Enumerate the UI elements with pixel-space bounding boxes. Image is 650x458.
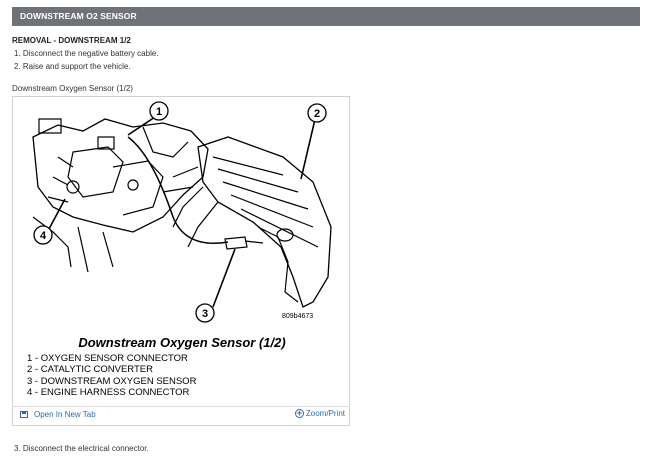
figure-legend: 1 - OXYGEN SENSOR CONNECTOR 2 - CATALYTI… xyxy=(27,353,196,399)
open-in-new-tab-button[interactable]: Open In New Tab xyxy=(20,410,96,419)
legend-item: 1 - OXYGEN SENSOR CONNECTOR xyxy=(27,353,188,364)
open-in-new-tab-label: Open In New Tab xyxy=(34,410,96,419)
legend-item: 3 - DOWNSTREAM OXYGEN SENSOR xyxy=(27,375,197,387)
callout-3-label: 3 xyxy=(202,308,208,320)
step-2: 2. Raise and support the vehicle. xyxy=(14,61,131,71)
figure-toolbar: Open In New Tab + Zoom/Print xyxy=(13,406,349,425)
step-1: 1. Disconnect the negative battery cable… xyxy=(14,49,159,58)
figure-reference-id: 809b4673 xyxy=(282,313,314,320)
figure-title: Downstream Oxygen Sensor (1/2) xyxy=(78,335,286,350)
legend-item: 4 - ENGINE HARNESS CONNECTOR xyxy=(27,387,190,399)
step-list: 1. Disconnect the negative battery cable… xyxy=(14,48,159,73)
callout-1-label: 1 xyxy=(156,106,162,118)
sensor-illustration: 1 2 3 4 xyxy=(32,101,332,323)
zoom-print-label: Zoom/Print xyxy=(305,409,345,418)
section-header: DOWNSTREAM O2 SENSOR xyxy=(12,7,640,26)
figure-caption: Downstream Oxygen Sensor (1/2) xyxy=(12,84,133,93)
zoom-print-button[interactable]: + Zoom/Print xyxy=(294,408,345,418)
new-tab-icon xyxy=(20,411,28,418)
zoom-plus-icon: + xyxy=(294,408,304,418)
procedure-title: REMOVAL - DOWNSTREAM 1/2 xyxy=(12,36,131,45)
step-3: 3. Disconnect the electrical connector. xyxy=(14,444,149,453)
callout-4-label: 4 xyxy=(40,230,47,242)
figure-panel: 1 2 3 4 809b4673 Downstream Oxygen Senso… xyxy=(12,96,350,426)
callout-2-label: 2 xyxy=(314,108,320,120)
legend-item: 2 - CATALYTIC CONVERTER xyxy=(27,364,153,376)
